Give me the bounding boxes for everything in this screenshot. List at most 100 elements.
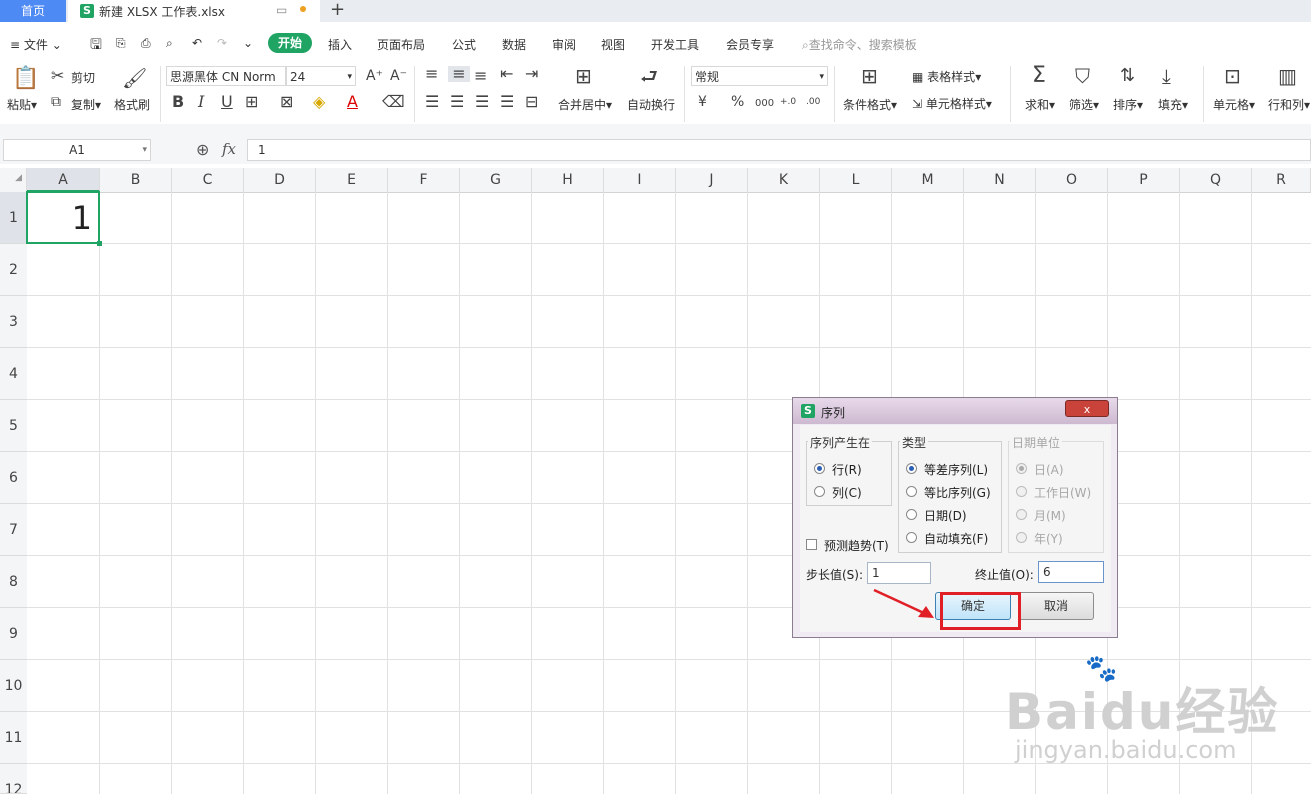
- cell-icon[interactable]: ⊡: [1224, 66, 1241, 86]
- thousands-button[interactable]: 000: [755, 96, 774, 112]
- column-header[interactable]: F: [388, 168, 460, 192]
- align-middle-icon[interactable]: ≡: [448, 66, 470, 82]
- save-icon[interactable]: 🖫: [90, 34, 102, 58]
- decrease-font-icon[interactable]: A⁻: [390, 68, 407, 84]
- row-header[interactable]: 11: [0, 712, 27, 764]
- column-header[interactable]: P: [1108, 168, 1180, 192]
- increase-font-icon[interactable]: A⁺: [366, 68, 383, 84]
- filter-button[interactable]: 筛选▾: [1069, 96, 1099, 113]
- fill-handle[interactable]: [97, 241, 102, 246]
- sum-icon[interactable]: Σ: [1032, 65, 1046, 87]
- conditional-format-icon[interactable]: ⊞: [861, 66, 878, 86]
- radio-date-label[interactable]: 日期(D): [924, 507, 967, 524]
- row-header[interactable]: 6: [0, 452, 27, 504]
- radio-month[interactable]: [1016, 509, 1027, 520]
- print-icon[interactable]: ⎙: [141, 36, 151, 51]
- wrap-text-icon[interactable]: ⮐: [640, 66, 658, 86]
- decrease-decimal-button[interactable]: .00: [806, 94, 820, 110]
- underline-button[interactable]: U: [221, 94, 233, 110]
- new-tab-button[interactable]: +: [330, 0, 345, 20]
- column-header[interactable]: A: [27, 168, 100, 192]
- radio-year-label[interactable]: 年(Y): [1034, 530, 1063, 547]
- fill-color-icon[interactable]: ◈: [313, 94, 325, 110]
- radio-column-label[interactable]: 列(C): [832, 484, 862, 501]
- column-header[interactable]: D: [244, 168, 316, 192]
- percent-button[interactable]: %: [731, 94, 744, 110]
- filter-icon[interactable]: ⛉: [1075, 66, 1090, 86]
- tab-formula[interactable]: 公式: [452, 36, 476, 53]
- formula-input[interactable]: 1: [247, 139, 1311, 161]
- monitor-icon[interactable]: ▭: [276, 3, 287, 17]
- row-header[interactable]: 1: [0, 192, 27, 244]
- justify-icon[interactable]: ☰: [500, 94, 514, 110]
- italic-button[interactable]: I: [198, 94, 204, 110]
- column-header[interactable]: B: [100, 168, 172, 192]
- customize-chevron-icon[interactable]: ⌄: [243, 36, 253, 50]
- font-name-select[interactable]: 思源黑体 CN Norm: [166, 66, 286, 86]
- tab-start[interactable]: 开始: [268, 33, 312, 53]
- dialog-close-button[interactable]: x: [1065, 400, 1109, 417]
- paste-icon[interactable]: 📋: [12, 68, 39, 90]
- radio-day-label[interactable]: 日(A): [1034, 461, 1064, 478]
- tab-view[interactable]: 视图: [601, 36, 625, 53]
- row-header[interactable]: 12: [0, 764, 27, 794]
- column-header[interactable]: E: [316, 168, 388, 192]
- cell-a1[interactable]: 1: [26, 191, 100, 244]
- font-size-select[interactable]: 24 ▾: [286, 66, 356, 86]
- row-header[interactable]: 7: [0, 504, 27, 556]
- tab-developer[interactable]: 开发工具: [651, 36, 699, 53]
- format-painter-icon[interactable]: 🖌: [122, 68, 147, 88]
- merge-center-icon[interactable]: ⊞: [575, 66, 592, 86]
- radio-arithmetic-label[interactable]: 等差序列(L): [924, 461, 988, 478]
- radio-year[interactable]: [1016, 532, 1027, 543]
- scissors-icon[interactable]: ✂: [51, 68, 64, 84]
- tab-page-layout[interactable]: 页面布局: [377, 36, 425, 53]
- row-header[interactable]: 4: [0, 348, 27, 400]
- copy-button[interactable]: 复制▾: [71, 96, 101, 113]
- align-bottom-icon[interactable]: ≡: [474, 68, 487, 84]
- column-header[interactable]: O: [1036, 168, 1108, 192]
- fill-button[interactable]: 填充▾: [1158, 96, 1188, 113]
- sum-button[interactable]: 求和▾: [1025, 96, 1055, 113]
- cell-style-button[interactable]: ⇲ 单元格样式▾: [912, 95, 992, 112]
- cancel-button[interactable]: 取消: [1018, 592, 1094, 620]
- column-header[interactable]: J: [676, 168, 748, 192]
- fill-pattern-icon[interactable]: ⊠: [280, 94, 293, 110]
- print-preview-icon[interactable]: ⌕: [166, 36, 173, 51]
- clear-format-icon[interactable]: ⌫: [382, 94, 405, 110]
- wrap-text-button[interactable]: 自动换行: [627, 96, 675, 113]
- cell-button[interactable]: 单元格▾: [1213, 96, 1255, 113]
- column-header[interactable]: C: [172, 168, 244, 192]
- row-header[interactable]: 2: [0, 244, 27, 296]
- name-box[interactable]: A1 ▾: [3, 139, 151, 161]
- radio-row-label[interactable]: 行(R): [832, 461, 862, 478]
- fill-down-icon[interactable]: ⤓: [1162, 66, 1171, 86]
- tab-data[interactable]: 数据: [502, 36, 526, 53]
- column-header[interactable]: Q: [1180, 168, 1252, 192]
- tab-insert[interactable]: 插入: [328, 36, 352, 53]
- radio-date[interactable]: [906, 509, 917, 520]
- radio-month-label[interactable]: 月(M): [1034, 507, 1066, 524]
- radio-row[interactable]: [814, 463, 825, 474]
- paste-button[interactable]: 粘贴▾: [7, 96, 37, 113]
- radio-autofill[interactable]: [906, 532, 917, 543]
- column-header[interactable]: N: [964, 168, 1036, 192]
- number-format-select[interactable]: 常规 ▾: [691, 66, 828, 86]
- column-header[interactable]: H: [532, 168, 604, 192]
- dialog-title-bar[interactable]: S 序列 x: [793, 398, 1117, 424]
- stop-input[interactable]: 6: [1038, 561, 1104, 583]
- radio-column[interactable]: [814, 486, 825, 497]
- tab-member[interactable]: 会员专享: [726, 36, 774, 53]
- redo-icon[interactable]: ↷: [217, 36, 227, 50]
- distributed-icon[interactable]: ⊟: [525, 94, 538, 110]
- sort-icon[interactable]: ⇅: [1120, 67, 1135, 85]
- file-tab[interactable]: S 新建 XLSX 工作表.xlsx ▭: [68, 0, 320, 22]
- row-header[interactable]: 3: [0, 296, 27, 348]
- trend-checkbox[interactable]: [806, 539, 817, 550]
- row-col-button[interactable]: 行和列▾: [1268, 96, 1310, 113]
- radio-geometric[interactable]: [906, 486, 917, 497]
- column-header[interactable]: L: [820, 168, 892, 192]
- home-tab[interactable]: 首页: [0, 0, 66, 22]
- radio-workday-label[interactable]: 工作日(W): [1034, 484, 1091, 501]
- currency-button[interactable]: ¥: [698, 94, 707, 110]
